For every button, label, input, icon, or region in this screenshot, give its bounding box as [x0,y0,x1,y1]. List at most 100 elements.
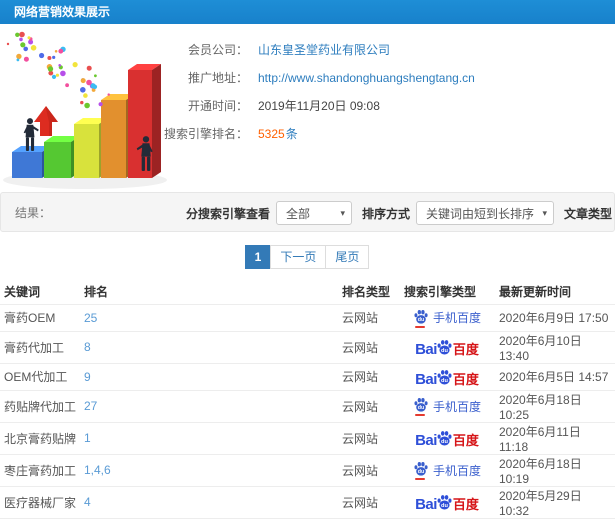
engine-type-cell: du手机百度 [400,389,495,422]
baidu-logo: Bai du 百度 [415,369,479,388]
rank-link[interactable]: 4 [80,485,338,518]
baidu-paw-icon: du [414,398,428,412]
svg-text:du: du [441,503,448,509]
chevron-down-icon: ▾ [340,207,346,218]
updated-time-cell: 2020年6月18日 10:19 [495,453,615,486]
table-body: 膏药OEM 25 云网站 du 手机百度 2020年6月9日 17:50 膏药代加… [0,303,615,520]
sort-value: 关键词由短到长排序 [426,206,535,221]
rank-type-cell: 云网站 [338,485,400,518]
company-link[interactable]: 山东皇圣堂药业有限公司 [258,41,390,58]
rank-type-cell: 云网站 [338,421,400,454]
rank-type-cell: 云网站 [338,362,400,390]
filter-bar: 结果： 分搜索引擎查看 全部 ▾ 排序方式 关键词由短到长排序 ▾ 文章类型 全… [0,192,615,232]
rank-type-cell: 云网站 [338,453,400,486]
engine-filter-value: 全部 [286,206,311,221]
engine-type-cell: du手机百度 [400,303,495,331]
open-time-value: 2019年11月20日 09:08 [258,99,380,113]
baidu-logo: Bai du 百度 [415,431,479,449]
table-row: 膏药OEM 25 云网站 du 手机百度 2020年6月9日 17:50 [0,303,615,331]
updated-time-cell: 2020年6月5日 14:57 [495,362,615,390]
baidu-paw-icon: du [437,369,452,385]
rank-link[interactable]: 8 [80,330,338,363]
chevron-down-icon: ▾ [542,207,548,218]
svg-text:du: du [418,469,425,475]
growth-chart-illustration [3,31,167,189]
engine-type-cell: Bai du 百度 [400,421,495,454]
sort-label: 排序方式 [362,206,411,221]
table-row: 枣庄膏药加工 1,4,6 云网站 du 手机百度 2020年6月18日 10:19 [0,453,615,486]
baidu-paw-icon: du [414,309,428,324]
rank-count-number: 5325 [258,127,285,141]
mobile-baidu-logo: du 手机百度 [413,397,481,416]
info-row-company: 会员公司： 山东皇圣堂药业有限公司 [160,36,475,63]
table-row: 膏药代加工 8 云网站 Bai du 百度 2020年6月10日 13:40 [0,330,615,363]
keyword-cell: 药贴牌代加工 [0,389,80,422]
engine-filter-select[interactable]: 全部 ▾ [276,201,353,225]
keyword-cell: OEM代加工 [0,362,80,390]
table-row: OEM代加工 9 云网站 Bai du 百度 2020年6月5日 14:57 [0,362,615,390]
header-engine-type: 搜索引擎类型 [404,285,477,300]
engine-filter-label: 分搜索引擎查看 [186,206,271,221]
keyword-cell: 医疗器械厂家 [0,485,80,518]
pagination: 1 下一页 尾页 [0,245,615,269]
baidu-paw-icon: du [414,462,428,476]
info-section: 会员公司： 山东皇圣堂药业有限公司 推广地址： http://www.shand… [0,24,615,192]
company-label: 会员公司： [187,43,248,57]
sort-select[interactable]: 关键词由短到长排序 ▾ [416,201,555,225]
baidu-paw-icon: du [437,431,452,446]
rank-count-unit: 条 [285,127,298,141]
rank-type-cell: 云网站 [338,389,400,422]
header-rank-type: 排名类型 [342,285,391,300]
header-rank: 排名 [84,285,109,300]
table-row: 药贴牌代加工 27 云网站 du 手机百度 2020年6月18日 10:25 [0,389,615,422]
engine-type-cell: Bai du 百度 [400,485,495,518]
table-row: 医疗器械厂家 4 云网站 Bai du 百度 2020年5月29日 10:32 [0,485,615,518]
keyword-cell: 膏药代加工 [0,330,80,363]
mobile-baidu-logo: du 手机百度 [413,461,481,480]
engine-type-cell: Bai du 百度 [400,330,495,363]
keyword-cell: 北京膏药贴牌 [0,421,80,454]
info-row-rank-count: 搜索引擎排名： 5325条 [160,120,475,147]
svg-text:du: du [441,377,448,383]
page: 网络营销效果展示 会员公司： 山东皇圣堂药业有限公司 推广地址： http://… [0,0,615,520]
svg-text:du: du [441,348,448,354]
article-type-label: 文章类型 [564,206,613,221]
header-updated: 最新更新时间 [499,285,572,300]
rank-count-label: 搜索引擎排名： [163,127,248,141]
engine-type-cell: Bai du 百度 [400,362,495,390]
svg-text:du: du [441,439,448,445]
info-row-open-time: 开通时间： 2019年11月20日 09:08 [160,92,475,119]
pagination-next-button[interactable]: 下一页 [270,245,327,269]
result-label: 结果： [15,205,52,220]
rank-type-cell: 云网站 [338,303,400,331]
pagination-last-button[interactable]: 尾页 [325,245,370,269]
rank-link[interactable]: 1,4,6 [80,453,338,486]
info-row-url: 推广地址： http://www.shandonghuangshengtang.… [160,64,475,91]
baidu-paw-icon: du [437,495,452,510]
svg-text:du: du [418,317,425,323]
page-title: 网络营销效果展示 [14,5,111,19]
rank-link[interactable]: 25 [80,303,338,331]
rank-link[interactable]: 1 [80,421,338,454]
keyword-cell: 膏药OEM [0,303,80,331]
engine-type-cell: du手机百度 [400,453,495,486]
table-row: 北京膏药贴牌 1 云网站 Bai du 百度 2020年6月11日 11:18 [0,421,615,454]
info-rows: 会员公司： 山东皇圣堂药业有限公司 推广地址： http://www.shand… [160,36,475,148]
rank-link[interactable]: 27 [80,389,338,422]
baidu-logo: Bai du 百度 [415,340,479,358]
results-table-wrap: 关键词 排名 排名类型 搜索引擎类型 最新更新时间 膏药OEM 25 云网站 d… [0,280,615,520]
promo-url-link[interactable]: http://www.shandonghuangshengtang.cn [258,71,475,85]
window-titlebar: 网络营销效果展示 [0,0,615,24]
mobile-baidu-logo: du 手机百度 [413,309,481,328]
svg-text:du: du [418,405,425,411]
results-table: 关键词 排名 排名类型 搜索引擎类型 最新更新时间 膏药OEM 25 云网站 d… [0,280,615,520]
rank-link[interactable]: 9 [80,362,338,390]
baidu-logo: Bai du 百度 [415,495,479,513]
rank-count-value: 5325条 [258,125,298,142]
pagination-current-page[interactable]: 1 [244,245,272,269]
table-header-row: 关键词 排名 排名类型 搜索引擎类型 最新更新时间 [0,280,615,304]
updated-time-cell: 2020年6月10日 13:40 [495,330,615,363]
updated-time-cell: 2020年5月29日 10:32 [495,485,615,518]
updated-time-cell: 2020年6月9日 17:50 [495,303,615,331]
filter-controls: 分搜索引擎查看 全部 ▾ 排序方式 关键词由短到长排序 ▾ 文章类型 全部 ▾ … [186,193,615,233]
